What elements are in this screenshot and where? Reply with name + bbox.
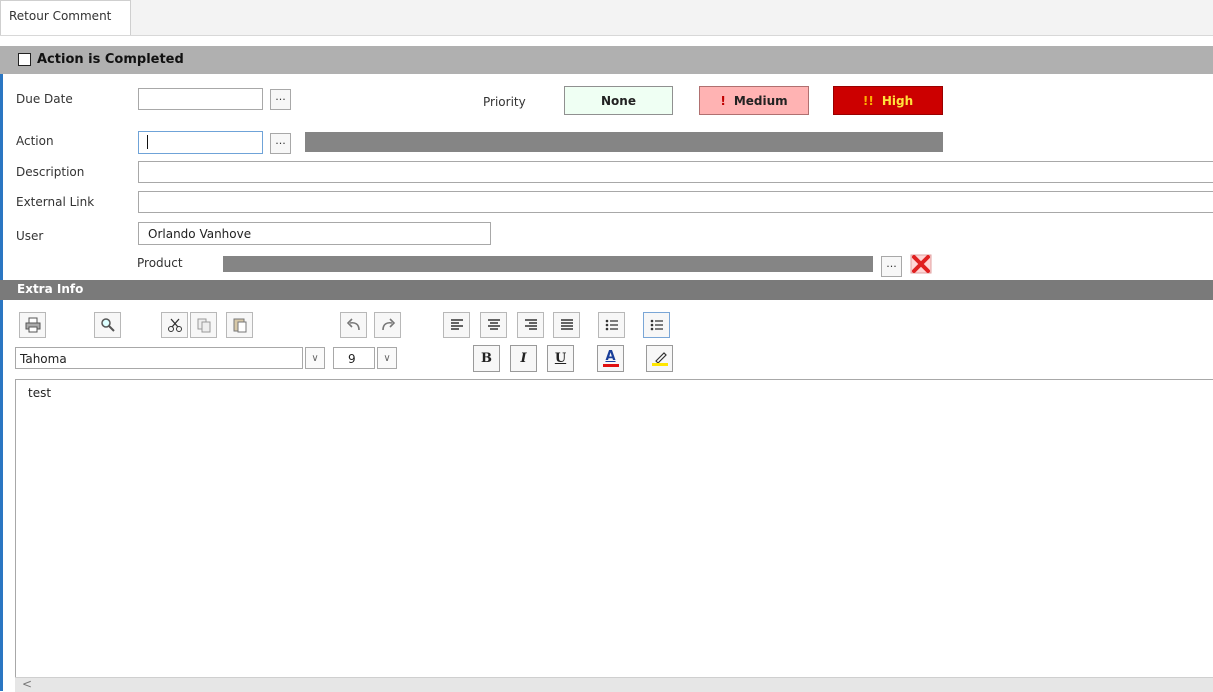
magnifier-icon xyxy=(100,318,115,332)
extra-info-header xyxy=(0,280,1213,300)
double-exclamation-icon: !! xyxy=(862,93,874,108)
align-right-button[interactable] xyxy=(517,312,544,338)
bullet-list-button[interactable] xyxy=(598,312,625,338)
scroll-left-arrow-icon[interactable]: < xyxy=(22,678,32,690)
undo-button[interactable] xyxy=(340,312,367,338)
font-color-button[interactable]: A xyxy=(597,345,624,372)
font-name-select[interactable]: Tahoma xyxy=(15,347,303,369)
left-accent-bar xyxy=(0,46,3,691)
editor-content: test xyxy=(28,386,52,400)
horizontal-scrollbar[interactable] xyxy=(15,677,1213,692)
text-cursor xyxy=(147,135,148,149)
copy-button[interactable] xyxy=(190,312,217,338)
product-label: Product xyxy=(137,256,183,270)
tab-retour-comment[interactable]: Retour Comment xyxy=(0,0,131,35)
description-input[interactable] xyxy=(138,161,1213,183)
product-picker-button[interactable]: ... xyxy=(881,256,902,277)
due-date-picker-button[interactable]: ... xyxy=(270,89,291,110)
red-x-icon xyxy=(910,254,932,274)
font-color-icon: A xyxy=(605,349,616,364)
align-center-button[interactable] xyxy=(480,312,507,338)
tab-label: Retour Comment xyxy=(9,9,112,23)
find-button[interactable] xyxy=(94,312,121,338)
numbered-list-icon xyxy=(650,319,663,331)
chevron-down-icon: ∨ xyxy=(311,352,319,364)
font-color-swatch xyxy=(602,364,619,367)
exclamation-icon: ! xyxy=(720,93,726,108)
chevron-down-icon: ∨ xyxy=(383,352,391,364)
due-date-label: Due Date xyxy=(16,92,73,106)
clear-product-button[interactable] xyxy=(907,251,935,277)
clipboard-icon xyxy=(233,318,246,333)
copy-icon xyxy=(197,318,210,333)
highlight-button[interactable] xyxy=(646,345,673,372)
priority-label: Priority xyxy=(483,95,526,109)
external-link-label: External Link xyxy=(16,195,95,209)
cut-button[interactable] xyxy=(161,312,188,338)
scissors-icon xyxy=(167,318,182,332)
due-date-input[interactable] xyxy=(138,88,263,110)
underline-button[interactable]: U xyxy=(547,345,574,372)
user-label: User xyxy=(16,229,44,243)
action-label: Action xyxy=(16,134,54,148)
redo-icon xyxy=(381,318,395,331)
rich-text-editor[interactable]: test xyxy=(15,379,1213,678)
product-display-field xyxy=(223,256,873,272)
user-input[interactable]: Orlando Vanhove xyxy=(138,222,491,245)
align-left-button[interactable] xyxy=(443,312,470,338)
priority-medium-button[interactable]: ! Medium xyxy=(699,86,809,115)
bullet-list-icon xyxy=(605,319,618,331)
justify-button[interactable] xyxy=(553,312,580,338)
numbered-list-button[interactable] xyxy=(643,312,670,338)
description-label: Description xyxy=(16,165,85,179)
external-link-input[interactable] xyxy=(138,191,1213,213)
bold-button[interactable]: B xyxy=(473,345,500,372)
completed-checkbox[interactable] xyxy=(18,53,31,66)
action-input[interactable] xyxy=(138,131,263,154)
redo-button[interactable] xyxy=(374,312,401,338)
align-right-icon xyxy=(524,319,537,330)
justify-icon xyxy=(560,319,573,330)
paste-button[interactable] xyxy=(226,312,253,338)
priority-none-button[interactable]: None xyxy=(564,86,673,115)
italic-button[interactable]: I xyxy=(510,345,537,372)
undo-icon xyxy=(346,318,360,331)
print-button[interactable] xyxy=(19,312,46,338)
tab-bar xyxy=(0,0,1213,36)
font-name-dropdown-button[interactable]: ∨ xyxy=(305,347,325,369)
font-size-dropdown-button[interactable]: ∨ xyxy=(377,347,397,369)
highlight-color-swatch xyxy=(651,363,668,366)
extra-info-title: Extra Info xyxy=(17,282,84,296)
action-display-field xyxy=(305,132,943,152)
action-picker-button[interactable]: ... xyxy=(270,133,291,154)
align-left-icon xyxy=(450,319,463,330)
printer-icon xyxy=(25,317,40,333)
font-size-select[interactable]: 9 xyxy=(333,347,375,369)
priority-high-button[interactable]: !! High xyxy=(833,86,943,115)
highlighter-icon xyxy=(654,352,667,363)
completed-label: Action is Completed xyxy=(37,52,184,67)
align-center-icon xyxy=(487,319,500,330)
